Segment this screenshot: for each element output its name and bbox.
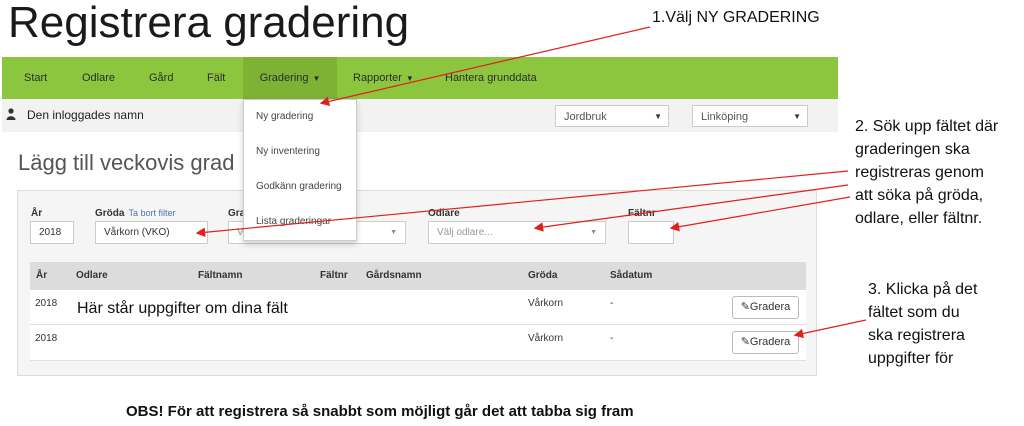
col-grower: Odlare — [76, 270, 108, 281]
menu-item-approve-grading[interactable]: Godkänn gradering — [256, 181, 342, 192]
annotation-line: graderingen ska — [855, 141, 970, 158]
remove-filter-link[interactable]: Ta bort filter — [128, 208, 175, 218]
annotation-step-1: 1.Välj NY GRADERING — [652, 9, 820, 26]
nav-gradering-label: Gradering — [259, 72, 309, 84]
annotation-step-3: 3. Klicka på det fältet som du ska regis… — [868, 278, 977, 370]
dropdown-arrow-icon: ▼ — [654, 112, 662, 121]
menu-item-new-inventory[interactable]: Ny inventering — [256, 146, 320, 157]
year-label: År — [31, 208, 43, 219]
crop-label-group: Gröda Ta bort filter — [95, 208, 175, 219]
field-number-label: Fältnr — [628, 208, 656, 219]
col-farm-name: Gårdsnamn — [366, 270, 422, 281]
field-number-input[interactable] — [628, 221, 674, 244]
row-year: 2018 — [35, 333, 58, 344]
location-select[interactable]: Linköping ▼ — [692, 105, 808, 127]
dropdown-arrow-icon: ▼ — [390, 229, 397, 236]
col-crop: Gröda — [528, 270, 558, 281]
grower-label: Odlare — [428, 208, 460, 219]
annotation-step-2: 2. Sök upp fältet där graderingen ska re… — [855, 115, 998, 230]
menu-item-new-grading[interactable]: Ny gradering — [256, 111, 313, 122]
logged-in-user-name: Den inloggades namn — [27, 108, 144, 122]
bottom-note: OBS! För att registrera så snabbt som mö… — [126, 403, 634, 420]
menu-item-list-gradings[interactable]: Lista graderingar — [256, 216, 331, 227]
slide-title: Registrera gradering — [8, 0, 410, 47]
pencil-icon: ✎ — [740, 336, 750, 348]
row-sowing-date: - — [610, 333, 614, 344]
main-navbar: Start Odlare Gård Fält Gradering ▼ Rappor… — [2, 57, 838, 99]
annotation-line: att söka på gröda, — [855, 187, 984, 204]
annotation-line: uppgifter för — [868, 350, 954, 367]
caret-down-icon: ▼ — [312, 74, 321, 83]
row-year: 2018 — [35, 298, 58, 309]
page-heading: Lägg till veckovis grad — [18, 150, 235, 175]
dropdown-arrow-icon: ▼ — [590, 229, 597, 236]
crop-select[interactable]: Vårkorn (VKO) — [95, 221, 208, 244]
year-input[interactable]: 2018 — [30, 221, 74, 244]
nav-falt[interactable]: Fält — [207, 57, 225, 99]
row-crop: Vårkorn — [528, 298, 564, 309]
grower-select-placeholder: Välj odlare... — [437, 227, 493, 238]
nav-rapporter-label: Rapporter — [353, 72, 402, 84]
annotation-line: registreras genom — [855, 164, 984, 181]
nav-hantera-grunddata[interactable]: Hantera grunddata — [445, 57, 537, 99]
annotation-line: odlare, eller fältnr. — [855, 210, 983, 227]
nav-odlare[interactable]: Odlare — [82, 57, 115, 99]
grade-button[interactable]: ✎Gradera — [732, 331, 799, 354]
user-icon — [6, 108, 16, 120]
nav-gradering[interactable]: Gradering ▼ — [243, 57, 337, 99]
info-overlay-box: Här står uppgifter om dina fält — [70, 296, 430, 324]
grower-select[interactable]: Välj odlare... ▼ — [428, 221, 606, 244]
nav-rapporter[interactable]: Rapporter ▼ — [353, 57, 414, 99]
col-sowing-date: Sådatum — [610, 270, 653, 281]
location-select-value: Linköping — [701, 111, 749, 123]
caret-down-icon: ▼ — [405, 74, 414, 83]
farm-type-select[interactable]: Jordbruk ▼ — [555, 105, 669, 127]
annotation-line: ska registrera — [868, 327, 965, 344]
crop-label: Gröda — [95, 208, 125, 219]
pencil-icon: ✎ — [740, 301, 750, 313]
table-row — [30, 325, 806, 361]
farm-type-select-value: Jordbruk — [564, 111, 607, 123]
nav-start[interactable]: Start — [24, 57, 47, 99]
dropdown-arrow-icon: ▼ — [793, 112, 801, 121]
annotation-line: 3. Klicka på det — [868, 281, 978, 298]
nav-gard[interactable]: Gård — [149, 57, 173, 99]
col-year: År — [36, 270, 48, 281]
grade-button-label: Gradera — [749, 301, 791, 313]
row-crop: Vårkorn — [528, 333, 564, 344]
row-sowing-date: - — [610, 298, 614, 309]
grade-button[interactable]: ✎Gradera — [732, 296, 799, 319]
col-field-name: Fältnamn — [198, 270, 243, 281]
info-overlay-text: Här står uppgifter om dina fält — [77, 300, 288, 317]
annotation-line: fältet som du — [868, 304, 960, 321]
annotation-line: 2. Sök upp fältet där — [855, 118, 999, 135]
col-field-number: Fältnr — [320, 270, 348, 281]
grade-button-label: Gradera — [749, 336, 791, 348]
gradering-dropdown: Ny gradering Ny inventering Godkänn grad… — [243, 99, 357, 241]
